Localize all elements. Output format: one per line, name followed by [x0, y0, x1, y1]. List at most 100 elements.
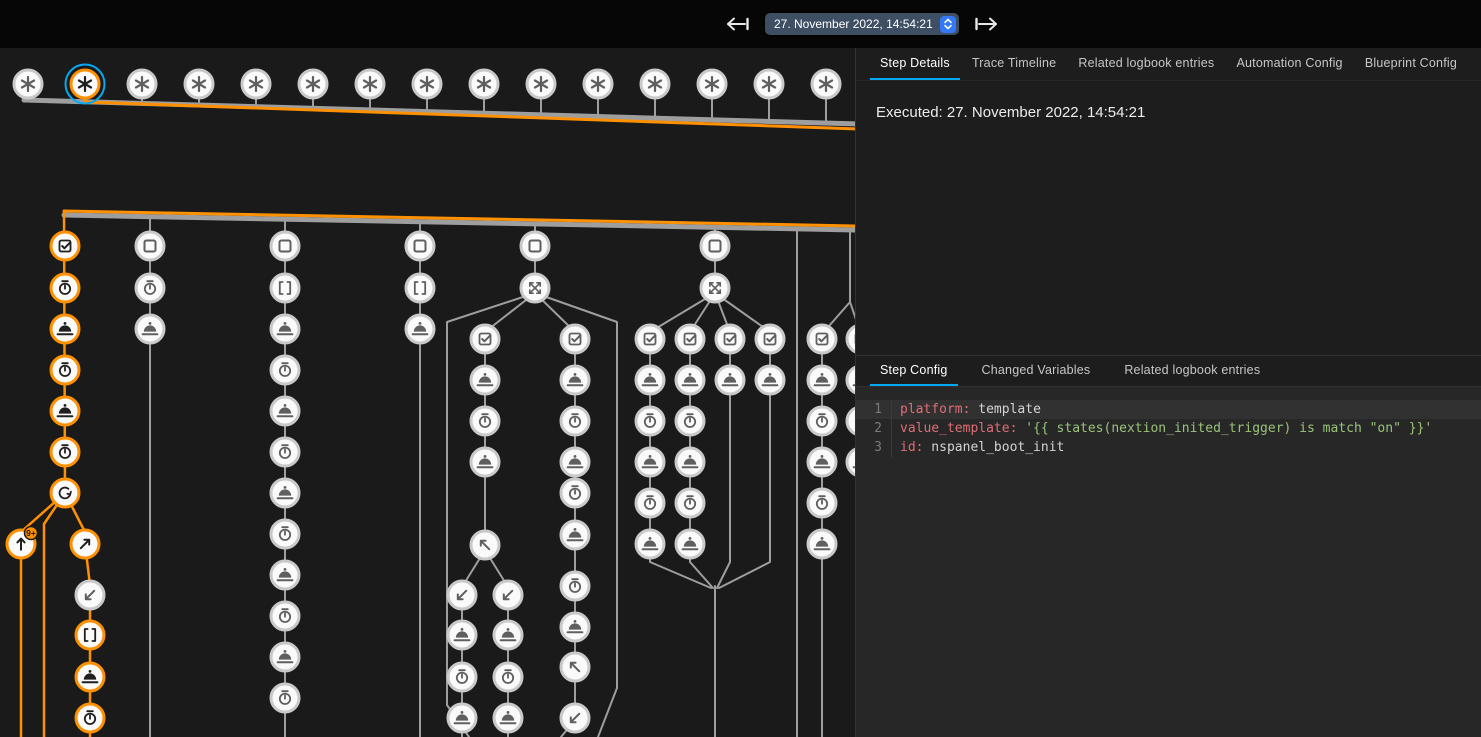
- graph-node-service[interactable]: [716, 366, 744, 394]
- graph-node-timer[interactable]: [271, 356, 299, 384]
- graph-node-service[interactable]: [847, 366, 855, 394]
- graph-node-service[interactable]: [561, 366, 589, 394]
- graph-node-service[interactable]: [561, 521, 589, 549]
- graph-node-service[interactable]: [561, 448, 589, 476]
- graph-node-service[interactable]: [494, 704, 522, 732]
- graph-node-asterisk[interactable]: [356, 70, 384, 98]
- graph-node-service[interactable]: [636, 530, 664, 558]
- code-line[interactable]: 2value_template: '{{ states(nextion_init…: [856, 419, 1481, 438]
- graph-node-brackets[interactable]: [271, 274, 299, 302]
- graph-node-service[interactable]: [136, 315, 164, 343]
- graph-node-timer[interactable]: [136, 274, 164, 302]
- graph-node-service[interactable]: [406, 315, 434, 343]
- graph-node-service[interactable]: [271, 397, 299, 425]
- graph-node-service[interactable]: [271, 561, 299, 589]
- graph-node-asterisk[interactable]: [527, 70, 555, 98]
- graph-node-timer[interactable]: [676, 489, 704, 517]
- tab-automation-config[interactable]: Automation Config: [1226, 48, 1352, 80]
- graph-node-arrow-down-left[interactable]: [76, 581, 104, 609]
- graph-node-asterisk[interactable]: [413, 70, 441, 98]
- graph-node-checkbox[interactable]: [676, 325, 704, 353]
- graph-node-service[interactable]: [448, 621, 476, 649]
- graph-node-timer[interactable]: [471, 407, 499, 435]
- graph-node-timer[interactable]: [676, 407, 704, 435]
- graph-node-asterisk[interactable]: [755, 70, 783, 98]
- graph-node-service[interactable]: [847, 448, 855, 476]
- graph-node-checkbox[interactable]: [471, 325, 499, 353]
- graph-node-timer[interactable]: [561, 572, 589, 600]
- yaml-editor[interactable]: 1platform: template2value_template: '{{ …: [856, 387, 1481, 737]
- graph-node-service[interactable]: [448, 704, 476, 732]
- graph-node-timer[interactable]: [271, 602, 299, 630]
- graph-node-timer[interactable]: [271, 438, 299, 466]
- graph-node-asterisk[interactable]: [470, 70, 498, 98]
- graph-node-service[interactable]: [271, 643, 299, 671]
- graph-node-square[interactable]: [136, 232, 164, 260]
- graph-node-timer[interactable]: [51, 438, 79, 466]
- graph-node-timer[interactable]: [636, 407, 664, 435]
- tab-trace-timeline[interactable]: Trace Timeline: [962, 48, 1066, 80]
- graph-node-asterisk[interactable]: [185, 70, 213, 98]
- graph-node-checkbox[interactable]: [847, 325, 855, 353]
- trace-picker-select[interactable]: 27. November 2022, 14:54:21: [765, 13, 959, 35]
- graph-node-brackets[interactable]: [406, 274, 434, 302]
- graph-node-arrow-down-left[interactable]: [561, 704, 589, 732]
- graph-node-timer[interactable]: [51, 356, 79, 384]
- code-line[interactable]: 3id: nspanel_boot_init: [856, 438, 1481, 457]
- graph-node-service[interactable]: [561, 613, 589, 641]
- tab-blueprint-config[interactable]: Blueprint Config: [1355, 48, 1467, 80]
- graph-node-square[interactable]: [521, 232, 549, 260]
- graph-node-timer[interactable]: [561, 407, 589, 435]
- graph-node-timer[interactable]: [808, 407, 836, 435]
- graph-node-checkbox[interactable]: [756, 325, 784, 353]
- graph-node-service[interactable]: [271, 315, 299, 343]
- tab-related-logbook-entries[interactable]: Related logbook entries: [1068, 48, 1224, 80]
- graph-node-service[interactable]: [808, 530, 836, 558]
- graph-node-service[interactable]: [676, 366, 704, 394]
- graph-node-asterisk[interactable]: [698, 70, 726, 98]
- tab-step-config[interactable]: Step Config: [870, 356, 958, 386]
- graph-node-service[interactable]: [471, 448, 499, 476]
- graph-node-checkbox[interactable]: [716, 325, 744, 353]
- graph-node-service[interactable]: [636, 366, 664, 394]
- graph-node-asterisk[interactable]: [128, 70, 156, 98]
- graph-node-timer[interactable]: [494, 663, 522, 691]
- graph-node-asterisk[interactable]: [299, 70, 327, 98]
- graph-node-service[interactable]: [76, 663, 104, 691]
- graph-node-asterisk[interactable]: [812, 70, 840, 98]
- graph-node-service[interactable]: [494, 621, 522, 649]
- graph-node-timer[interactable]: [561, 479, 589, 507]
- graph-node-timer[interactable]: [271, 520, 299, 548]
- trace-graph-canvas[interactable]: 9+: [0, 48, 855, 737]
- graph-node-square[interactable]: [271, 232, 299, 260]
- graph-node-asterisk[interactable]: [14, 70, 42, 98]
- next-trace-button[interactable]: [972, 14, 1002, 34]
- graph-node-arrow-up-right[interactable]: [71, 530, 99, 558]
- graph-node-timer[interactable]: [448, 663, 476, 691]
- graph-node-arrow-up-left[interactable]: [561, 653, 589, 681]
- graph-node-timer[interactable]: [76, 704, 104, 732]
- graph-node-service[interactable]: [808, 366, 836, 394]
- graph-node-arrow-up[interactable]: 9+: [7, 527, 38, 559]
- tab-changed-variables[interactable]: Changed Variables: [972, 356, 1101, 386]
- graph-node-service[interactable]: [271, 479, 299, 507]
- graph-node-timer[interactable]: [271, 684, 299, 712]
- graph-node-arrow-up-left[interactable]: [471, 531, 499, 559]
- graph-node-brackets[interactable]: [76, 621, 104, 649]
- graph-node-square[interactable]: [701, 232, 729, 260]
- graph-node-asterisk[interactable]: [242, 70, 270, 98]
- graph-node-split[interactable]: [521, 274, 549, 302]
- graph-node-checkbox[interactable]: [636, 325, 664, 353]
- graph-node-service[interactable]: [51, 397, 79, 425]
- graph-node-checkbox[interactable]: [51, 232, 79, 260]
- graph-node-timer[interactable]: [808, 489, 836, 517]
- graph-node-asterisk[interactable]: [584, 70, 612, 98]
- graph-node-checkbox[interactable]: [561, 325, 589, 353]
- previous-trace-button[interactable]: [722, 14, 752, 34]
- code-line[interactable]: 1platform: template: [856, 400, 1481, 419]
- tab-step-details[interactable]: Step Details: [870, 48, 960, 80]
- graph-node-arrow-down-left[interactable]: [448, 581, 476, 609]
- graph-node-service[interactable]: [51, 315, 79, 343]
- graph-node-service[interactable]: [676, 448, 704, 476]
- graph-node-service[interactable]: [471, 366, 499, 394]
